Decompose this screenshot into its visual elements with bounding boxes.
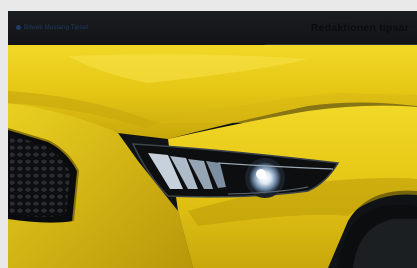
top-header-bar: Bilweb Mustang Tipset Redaktionen tipsar: [8, 11, 417, 44]
section-label-editor-tips[interactable]: Redaktionen tipsar: [311, 22, 409, 34]
site-brand-link[interactable]: Bilweb Mustang Tipset: [16, 25, 88, 31]
hero-image-mustang-headlight: [8, 11, 417, 268]
brand-text: Bilweb Mustang Tipset: [24, 24, 89, 31]
article-hero[interactable]: Bilweb Mustang Tipset Redaktionen tipsar: [8, 11, 417, 268]
brand-dot-icon: [16, 25, 21, 30]
